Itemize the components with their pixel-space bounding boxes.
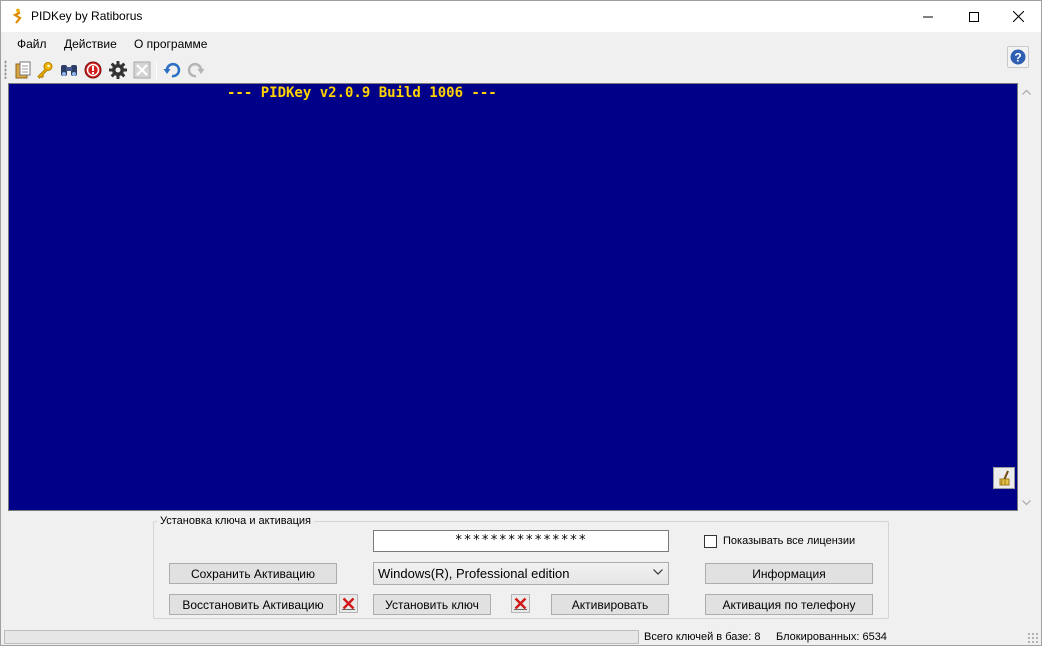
menu-action[interactable]: Действие xyxy=(63,37,118,51)
delete-icon xyxy=(342,597,355,610)
scroll-up-arrow[interactable] xyxy=(1018,83,1035,100)
toolbar-grip[interactable] xyxy=(4,60,7,79)
menu-about[interactable]: О программе xyxy=(133,37,208,51)
toolbar-separator xyxy=(156,61,157,79)
broom-icon xyxy=(999,470,1010,486)
key-button[interactable] xyxy=(34,59,56,81)
install-key-button[interactable]: Установить ключ xyxy=(373,594,491,615)
menu-bar: Файл Действие О программе xyxy=(1,32,1041,55)
delete-icon xyxy=(514,597,527,610)
edition-select[interactable]: Windows(R), Professional edition xyxy=(373,562,669,585)
delete-activation-button[interactable] xyxy=(339,594,358,613)
edition-select-value: Windows(R), Professional edition xyxy=(378,566,570,581)
minimize-button[interactable] xyxy=(905,1,951,32)
close-tool-button[interactable] xyxy=(131,59,153,81)
maximize-button[interactable] xyxy=(951,1,997,32)
console-output[interactable]: --- PIDKey v2.0.9 Build 1006 --- xyxy=(8,83,1018,511)
key-icon xyxy=(37,62,53,79)
phone-activation-button[interactable]: Активация по телефону xyxy=(705,594,873,615)
search-keys-button[interactable] xyxy=(58,59,80,81)
blocked-keys-status: Блокированных: 6534 xyxy=(776,631,887,643)
undo-icon xyxy=(163,62,181,78)
close-window-button[interactable] xyxy=(995,1,1041,32)
stop-button[interactable] xyxy=(82,59,104,81)
window-title: PIDKey by Ratiborus xyxy=(31,9,143,23)
restore-activation-button[interactable]: Восстановить Активацию xyxy=(169,594,337,615)
close-icon xyxy=(133,61,151,79)
minimize-icon xyxy=(923,16,933,17)
help-icon: ? xyxy=(1010,49,1026,65)
total-keys-status: Всего ключей в базе: 8 xyxy=(644,631,761,643)
settings-button[interactable] xyxy=(107,59,129,81)
gear-icon xyxy=(109,61,127,79)
app-logo-icon xyxy=(9,8,25,24)
stop-icon xyxy=(84,61,102,79)
activate-button[interactable]: Активировать xyxy=(551,594,669,615)
chevron-up-icon xyxy=(1022,89,1031,95)
status-bar: Всего ключей в базе: 8 Блокированных: 65… xyxy=(1,627,1041,645)
show-all-licenses-label[interactable]: Показывать все лицензии xyxy=(723,535,855,547)
remove-key-button[interactable] xyxy=(511,594,530,613)
app-window: PIDKey by Ratiborus Файл Действие О прог… xyxy=(0,0,1042,646)
chevron-down-icon xyxy=(1022,499,1031,505)
title-bar[interactable]: PIDKey by Ratiborus xyxy=(1,1,1041,32)
help-button[interactable]: ? xyxy=(1007,46,1029,68)
menu-file[interactable]: Файл xyxy=(16,37,48,51)
maximize-icon xyxy=(969,11,979,22)
toolbar xyxy=(1,57,1001,82)
console-header-text: --- PIDKey v2.0.9 Build 1006 --- xyxy=(227,85,497,101)
undo-button[interactable] xyxy=(161,59,183,81)
save-activation-button[interactable]: Сохранить Активацию xyxy=(169,563,337,584)
binoculars-icon xyxy=(61,65,77,76)
information-button[interactable]: Информация xyxy=(705,563,873,584)
console-scrollbar[interactable] xyxy=(1018,83,1035,511)
paste-button[interactable] xyxy=(12,59,34,81)
close-icon xyxy=(1012,11,1024,22)
clear-console-button[interactable] xyxy=(993,467,1015,489)
progress-bar xyxy=(4,630,639,644)
chevron-down-icon xyxy=(653,569,663,575)
resize-grip[interactable] xyxy=(1027,632,1039,644)
redo-button[interactable] xyxy=(185,59,207,81)
show-all-licenses-checkbox[interactable] xyxy=(704,535,717,548)
paste-icon xyxy=(15,61,31,79)
product-key-input[interactable]: *************** xyxy=(373,530,669,552)
scroll-down-arrow[interactable] xyxy=(1018,494,1035,511)
activation-group-title: Установка ключа и активация xyxy=(157,515,314,527)
redo-icon xyxy=(187,62,205,78)
svg-text:?: ? xyxy=(1014,51,1021,65)
